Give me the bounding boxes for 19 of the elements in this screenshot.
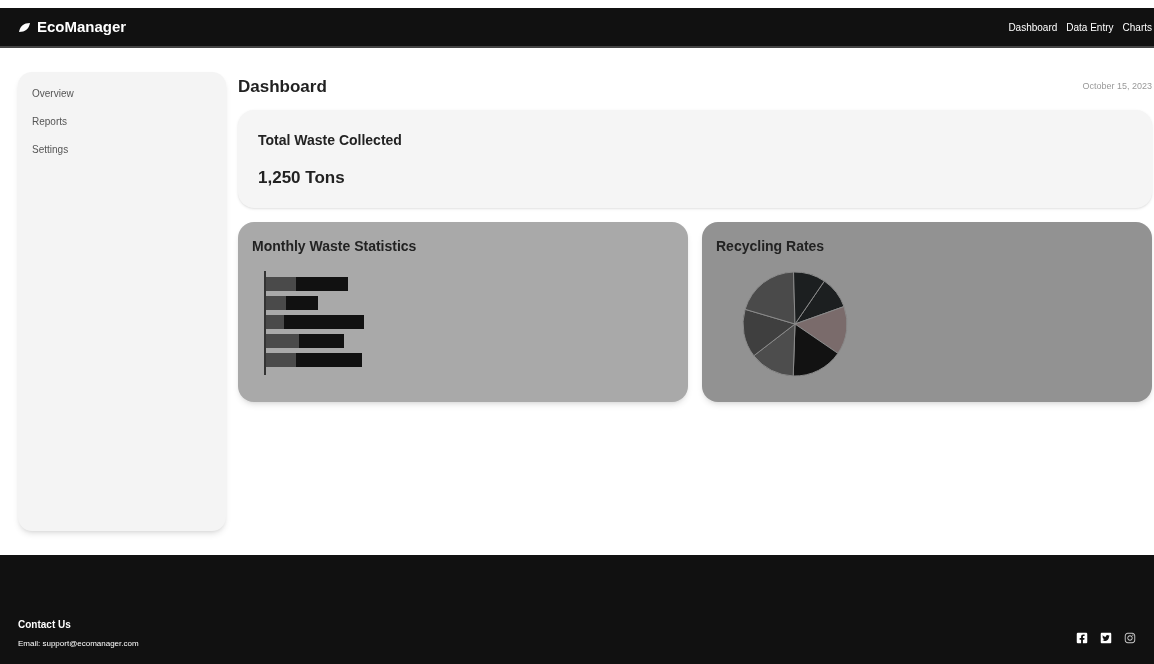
nav-link[interactable]: Charts <box>1122 19 1152 35</box>
nav-link[interactable]: Data Entry <box>1066 19 1114 35</box>
sidebar-item[interactable]: Settings <box>32 142 212 157</box>
summary-label: Total Waste Collected <box>258 131 403 150</box>
card-title: Recycling Rates <box>716 237 826 256</box>
twitter-icon[interactable] <box>1100 632 1112 644</box>
footer-email: Email: support@ecomanager.com <box>18 638 139 650</box>
sidebar-item[interactable]: Overview <box>32 86 212 101</box>
app-logo: EcoManager <box>37 16 127 37</box>
footer-heading: Contact Us <box>18 618 72 632</box>
facebook-icon[interactable] <box>1076 632 1088 644</box>
instagram-icon[interactable] <box>1124 632 1136 644</box>
nav-link[interactable]: Dashboard <box>1008 19 1058 35</box>
page-title: Dashboard <box>238 76 327 99</box>
summary-value: 1,250 Tons <box>258 167 346 189</box>
date-label: October 15, 2023 <box>1082 80 1152 94</box>
sidebar-item[interactable]: Reports <box>32 114 212 129</box>
card-title: Monthly Waste Statistics <box>252 237 418 256</box>
leaf-icon <box>18 21 31 33</box>
